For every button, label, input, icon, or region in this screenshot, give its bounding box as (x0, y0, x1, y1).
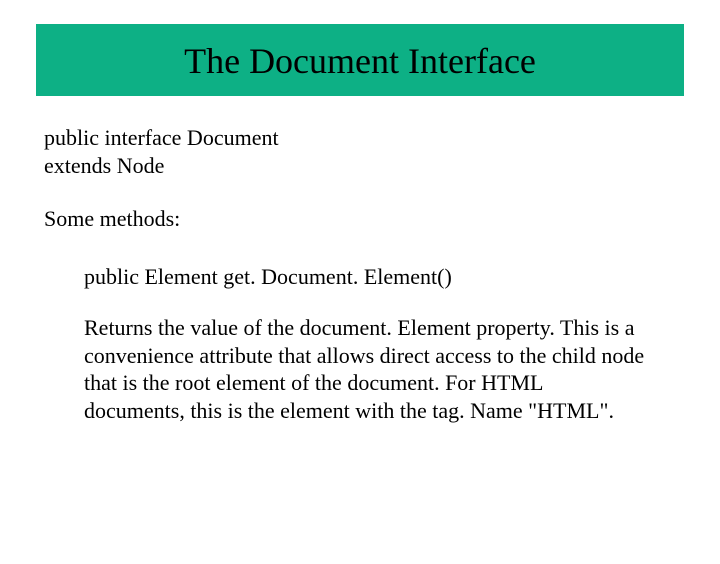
method-signature: public Element get. Document. Element() (44, 263, 676, 291)
interface-declaration: public interface Document extends Node (44, 124, 676, 179)
declaration-line-2: extends Node (44, 152, 676, 180)
slide-body: public interface Document extends Node S… (0, 96, 720, 424)
some-methods-label: Some methods: (44, 205, 676, 233)
declaration-line-1: public interface Document (44, 124, 676, 152)
slide-title: The Document Interface (184, 41, 536, 81)
method-description: Returns the value of the document. Eleme… (44, 314, 676, 424)
title-banner: The Document Interface (36, 24, 684, 96)
